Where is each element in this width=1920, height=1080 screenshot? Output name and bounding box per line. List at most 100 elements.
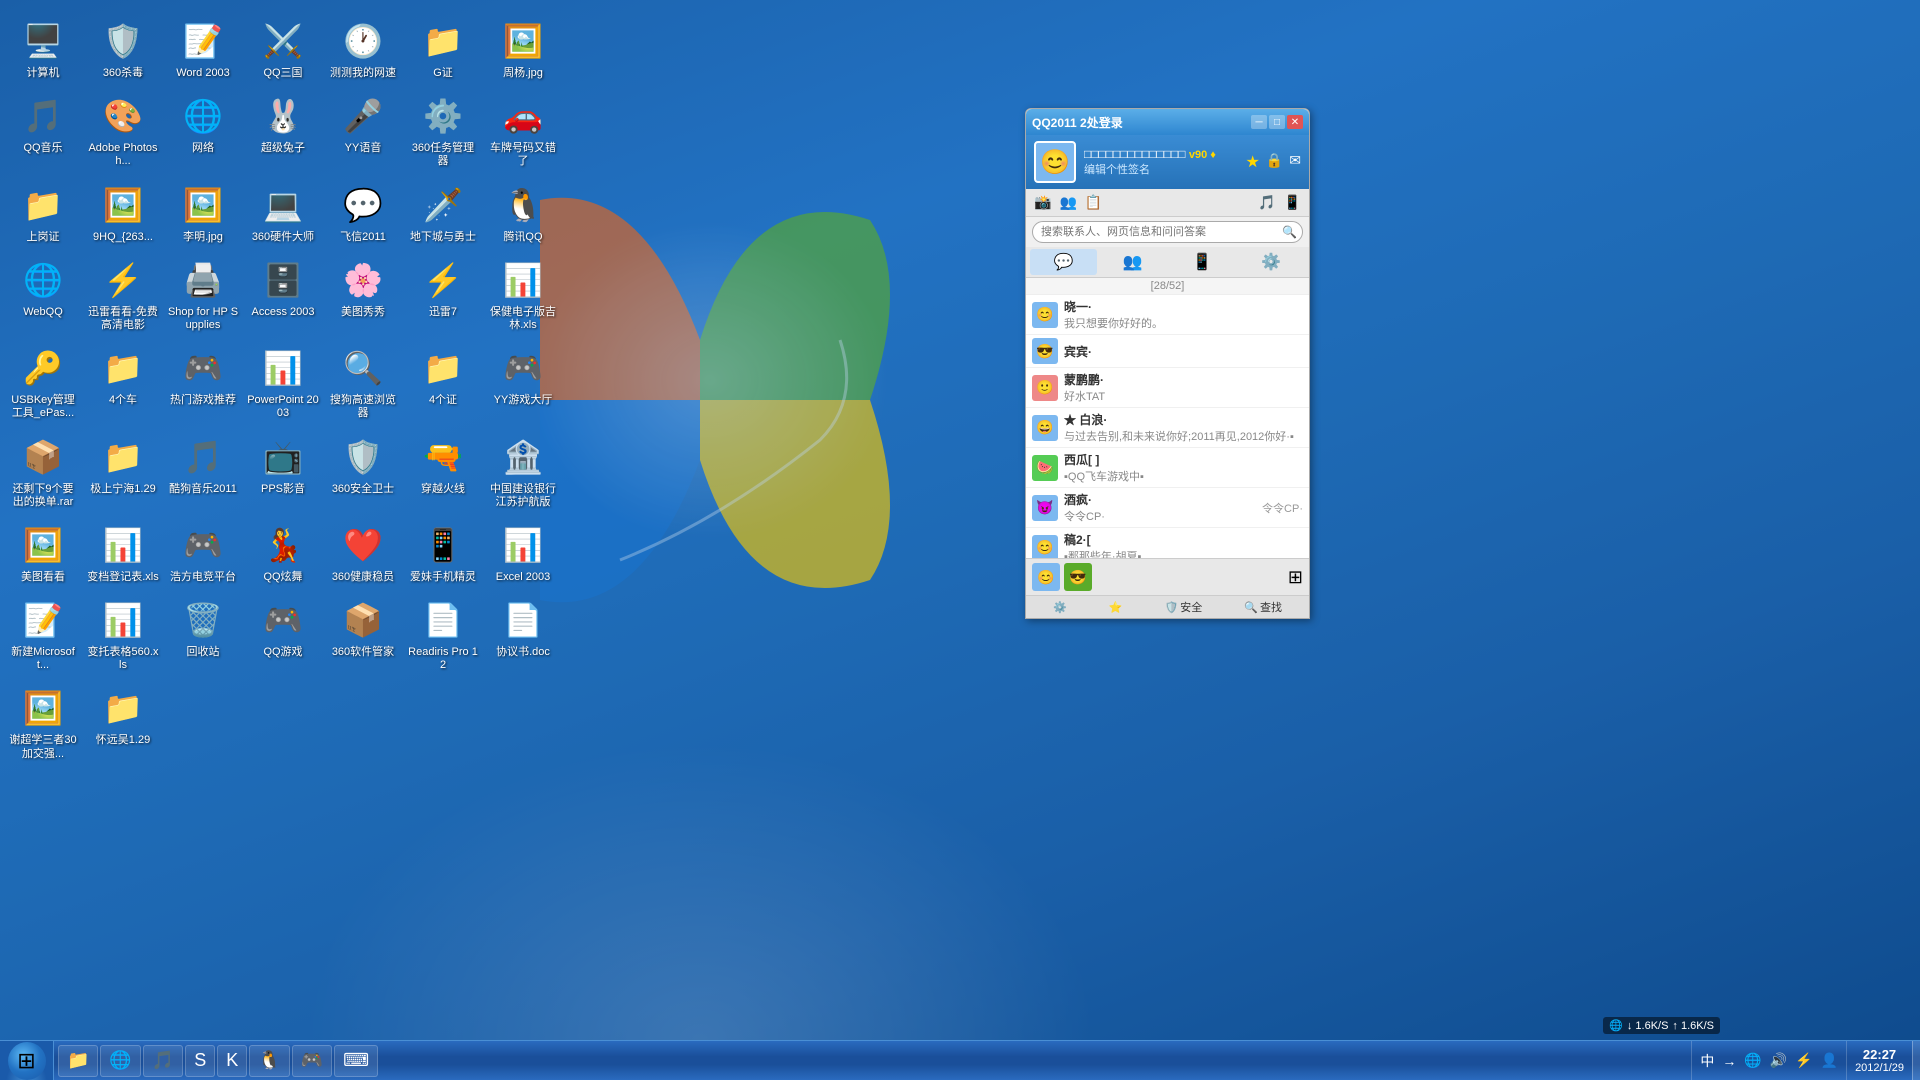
qq-security-btn[interactable]: 🛡️ 安全: [1165, 599, 1203, 615]
qq-contact-item[interactable]: 😄 ★ 白浪· 与过去告别,和未来说你好;2011再见,2012你好·▪: [1026, 408, 1309, 448]
icon-360task[interactable]: ⚙️ 360任务管理器: [405, 88, 481, 172]
qq-toolbar-icon3[interactable]: 📋: [1083, 192, 1104, 213]
icon-word2003[interactable]: 📝 Word 2003: [165, 13, 241, 84]
icon-bank[interactable]: 🏦 中国建设银行江苏护航版: [485, 429, 561, 513]
icon-bianbiao[interactable]: 📊 变托表格560.xls: [85, 592, 161, 676]
qq-lock-icon[interactable]: 🔒: [1266, 152, 1283, 172]
qq-star-btn[interactable]: ⭐: [1109, 601, 1123, 614]
icon-9hq[interactable]: 🖼️ 9HQ_{263...: [85, 177, 161, 248]
icon-qqmusic[interactable]: 🎵 QQ音乐: [5, 88, 81, 172]
icon-hotgames[interactable]: 🎮 热门游戏推荐: [165, 340, 241, 424]
qq-contact-item[interactable]: 😎 宾宾·: [1026, 335, 1309, 368]
icon-360safe[interactable]: 🛡️ 360安全卫士: [325, 429, 401, 513]
qq-contact-item[interactable]: 😊 晓一· 我只想要你好好的。: [1026, 295, 1309, 335]
taskbar-input-btn[interactable]: ⌨: [334, 1045, 378, 1077]
qq-tab-settings[interactable]: ⚙️: [1238, 249, 1305, 275]
icon-360health[interactable]: ❤️ 360健康稳员: [325, 517, 401, 588]
qq-contact-item[interactable]: 🍉 西瓜[ ] ▪QQ飞车游戏中▪: [1026, 448, 1309, 488]
icon-feixin[interactable]: 💬 飞信2011: [325, 177, 401, 248]
icon-xunlei[interactable]: ⚡ 迅雷看看-免费高清电影: [85, 252, 161, 336]
qq-close-button[interactable]: ✕: [1287, 115, 1303, 129]
qq-avatar[interactable]: 😊: [1034, 141, 1076, 183]
icon-dianhua[interactable]: 📱 爱妹手机精灵: [405, 517, 481, 588]
qq-edit-signature[interactable]: 编辑个性签名: [1084, 161, 1237, 177]
icon-network[interactable]: 🌐 网络: [165, 88, 241, 172]
taskbar-penguin-btn[interactable]: 🐧: [249, 1045, 289, 1077]
icon-powerpoint[interactable]: 📊 PowerPoint 2003: [245, 340, 321, 424]
qq-toolbar-icon5[interactable]: 📱: [1282, 192, 1303, 213]
icon-xieyi[interactable]: 📄 协议书.doc: [485, 592, 561, 676]
icon-jianshang[interactable]: 📁 极上宁海1.29: [85, 429, 161, 513]
taskbar-ie-btn[interactable]: 🌐: [100, 1045, 140, 1077]
qq-maximize-button[interactable]: □: [1269, 115, 1285, 129]
qq-contact-item[interactable]: 😈 酒疯· 令令CP· 令令CP·: [1026, 488, 1309, 528]
icon-lijpg[interactable]: 🖼️ 李明.jpg: [165, 177, 241, 248]
tray-power-icon[interactable]: ⚡: [1793, 1050, 1814, 1071]
icon-qqwu[interactable]: 💃 QQ炫舞: [245, 517, 321, 588]
icon-huaiyuanying[interactable]: 📁 怀远吴1.29: [85, 680, 161, 764]
icon-huandan[interactable]: 📦 还剩下9个要出的换单.rar: [5, 429, 81, 513]
tray-volume-icon[interactable]: 🔊: [1768, 1050, 1789, 1071]
qq-find-btn[interactable]: 🔍 查找: [1244, 599, 1282, 615]
icon-chuangyue[interactable]: 🔫 穿越火线: [405, 429, 481, 513]
tray-network-icon[interactable]: 🌐: [1742, 1050, 1763, 1071]
qq-search-input[interactable]: [1032, 221, 1303, 243]
icon-meitu[interactable]: 🖼️ 美图看看: [5, 517, 81, 588]
icon-4zheng[interactable]: 📁 4个证: [405, 340, 481, 424]
qq-tab-group[interactable]: 👥: [1099, 249, 1166, 275]
qq-contact-item[interactable]: 😊 稿2·[ ▪鄱那些年·胡夏▪: [1026, 528, 1309, 558]
icon-xunlei7[interactable]: ⚡ 迅雷7: [405, 252, 481, 336]
qq-grid-icon[interactable]: ⊞: [1288, 567, 1303, 588]
icon-qqgame[interactable]: 🎮 QQ游戏: [245, 592, 321, 676]
qq-toolbar-icon1[interactable]: 📸: [1032, 192, 1053, 213]
icon-dnf[interactable]: 🗡️ 地下城与勇士: [405, 177, 481, 248]
icon-gcert[interactable]: 📁 G证: [405, 13, 481, 84]
qq-settings-btn[interactable]: ⚙️: [1053, 601, 1067, 614]
qq-mail-icon[interactable]: ✉: [1289, 152, 1301, 172]
icon-shanggang[interactable]: 📁 上岗证: [5, 177, 81, 248]
icon-360[interactable]: 🛡️ 360杀毒: [85, 13, 161, 84]
icon-carplate[interactable]: 🚗 车牌号码又错了: [485, 88, 561, 172]
icon-kuigou[interactable]: 🎵 酷狗音乐2011: [165, 429, 241, 513]
start-button[interactable]: ⊞: [0, 1041, 54, 1080]
icon-yygame[interactable]: 🎮 YY游戏大厅: [485, 340, 561, 424]
icon-readiris[interactable]: 📄 Readiris Pro 12: [405, 592, 481, 676]
qq-toolbar-icon2[interactable]: 👥: [1057, 192, 1078, 213]
taskbar-media-btn[interactable]: 🎵: [143, 1045, 183, 1077]
icon-meixi[interactable]: 🌸 美图秀秀: [325, 252, 401, 336]
icon-hp[interactable]: 🖨️ Shop for HP Supplies: [165, 252, 241, 336]
icon-pps[interactable]: 📺 PPS影音: [245, 429, 321, 513]
icon-speedtest[interactable]: 🕐 测测我的网速: [325, 13, 401, 84]
qq-star-icon[interactable]: ★: [1245, 152, 1259, 172]
icon-haofang[interactable]: 🎮 浩方电竞平台: [165, 517, 241, 588]
icon-4che[interactable]: 📁 4个车: [85, 340, 161, 424]
qq-tab-mobile[interactable]: 📱: [1169, 249, 1236, 275]
icon-recyclebin[interactable]: 🗑️ 回收站: [165, 592, 241, 676]
icon-excel2003[interactable]: 📊 Excel 2003: [485, 517, 561, 588]
icon-sougou[interactable]: 🔍 搜狗高速浏览器: [325, 340, 401, 424]
tray-arrow-icon[interactable]: →: [1720, 1051, 1738, 1071]
icon-360manage[interactable]: 📦 360软件管家: [325, 592, 401, 676]
icon-superrabbit[interactable]: 🐰 超级兔子: [245, 88, 321, 172]
icon-computer[interactable]: 🖥️ 计算机: [5, 13, 81, 84]
qq-toolbar-icon4[interactable]: 🎵: [1256, 192, 1277, 213]
icon-usbkey[interactable]: 🔑 USBKey管理工具_ePas...: [5, 340, 81, 424]
taskbar-game-btn[interactable]: 🎮: [292, 1045, 332, 1077]
show-desktop-button[interactable]: [1912, 1041, 1920, 1080]
tray-user-icon[interactable]: 👤: [1819, 1050, 1840, 1071]
icon-tencent[interactable]: 🐧 腾讯QQ: [485, 177, 561, 248]
taskbar-clock[interactable]: 22:27 2012/1/29: [1846, 1041, 1912, 1080]
icon-biandeng[interactable]: 📊 变档登记表.xls: [85, 517, 161, 588]
qq-tab-chat[interactable]: 💬: [1030, 249, 1097, 275]
taskbar-qqk-btn[interactable]: K: [217, 1045, 247, 1077]
icon-xiesanshijia[interactable]: 🖼️ 谢超学三者30加交强...: [5, 680, 81, 764]
qq-contact-item[interactable]: 🙂 蒙鹏鹏· 好水TAT: [1026, 368, 1309, 408]
taskbar-sougou-btn[interactable]: S: [185, 1045, 215, 1077]
taskbar-folder-btn[interactable]: 📁: [58, 1045, 98, 1077]
icon-webqq[interactable]: 🌐 WebQQ: [5, 252, 81, 336]
icon-baobao[interactable]: 📊 保健电子版吉林.xls: [485, 252, 561, 336]
icon-360hardware[interactable]: 💻 360硬件大师: [245, 177, 321, 248]
tray-lang-icon[interactable]: 中: [1698, 1049, 1716, 1073]
qq-minimize-button[interactable]: ─: [1251, 115, 1267, 129]
icon-photoshop[interactable]: 🎨 Adobe Photosh...: [85, 88, 161, 172]
